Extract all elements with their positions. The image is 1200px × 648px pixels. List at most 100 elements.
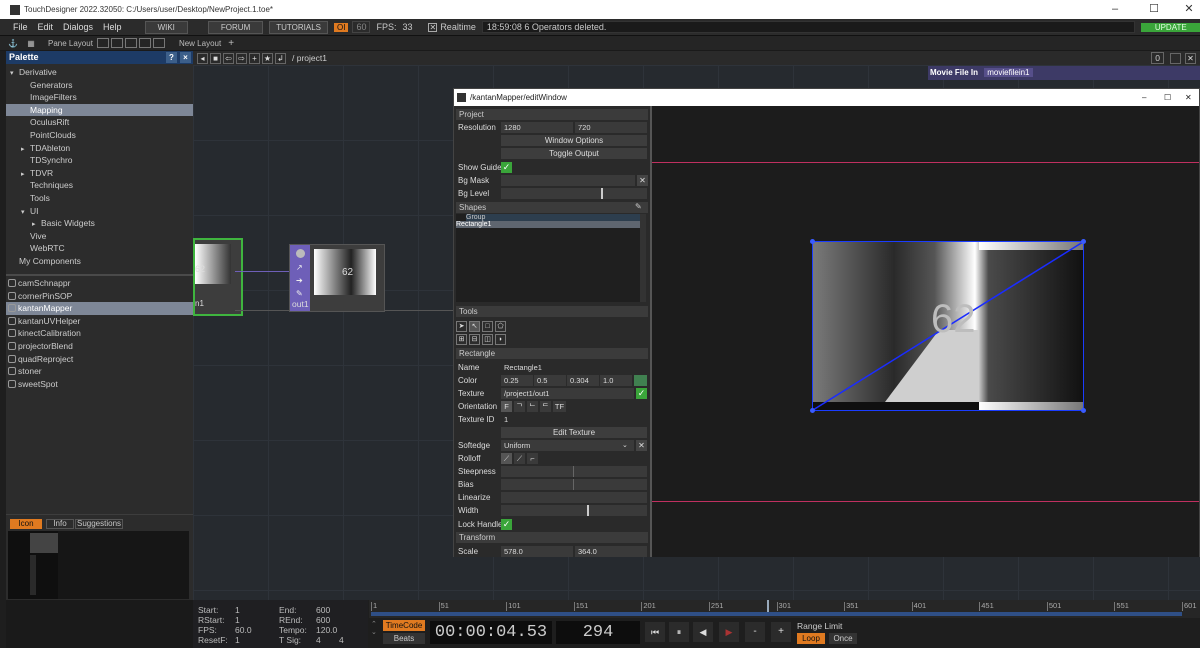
color-g-field[interactable]: 0.5 bbox=[534, 375, 566, 386]
right-arrow-icon[interactable]: ⇨ bbox=[236, 52, 247, 64]
bg-level-slider[interactable] bbox=[501, 188, 647, 199]
edit-minimize-button[interactable]: – bbox=[1142, 89, 1146, 106]
menu-edit[interactable]: Edit bbox=[33, 22, 59, 32]
rstart-value[interactable]: 1 bbox=[235, 615, 240, 625]
palette-item-vive[interactable]: Vive bbox=[6, 230, 193, 243]
tutorials-button[interactable]: TUTORIALS bbox=[269, 20, 328, 34]
palette-item-techniques[interactable]: Techniques bbox=[6, 179, 193, 192]
back-icon[interactable]: ◂ bbox=[197, 52, 208, 64]
loop-button[interactable]: Loop bbox=[797, 633, 825, 644]
vertex-tool-icon[interactable]: ↖ bbox=[469, 321, 480, 332]
rolloff-curve-icon[interactable]: ⌐ bbox=[527, 453, 538, 464]
component-item-cornerpinsop[interactable]: cornerPinSOP bbox=[6, 290, 193, 303]
layout-4-icon[interactable] bbox=[138, 38, 151, 48]
once-button[interactable]: Once bbox=[829, 633, 857, 644]
bias-handle[interactable] bbox=[572, 479, 574, 490]
component-item-kinectcalibration[interactable]: kinectCalibration bbox=[6, 327, 193, 340]
edit-maximize-button[interactable]: ☐ bbox=[1164, 89, 1171, 106]
bg-mask-clear-icon[interactable]: ✕ bbox=[637, 175, 648, 186]
return-icon[interactable]: ↲ bbox=[275, 52, 286, 64]
fps-value-tl[interactable]: 60.0 bbox=[235, 625, 252, 635]
palette-help-button[interactable]: ? bbox=[166, 52, 177, 63]
timeline-ruler[interactable]: 1 51 101 151 201 251 301 351 401 451 501 551 601 bbox=[369, 600, 1200, 618]
orientation-option-2[interactable]: ᄀ bbox=[514, 401, 525, 412]
node-partial[interactable]: 62 n1 bbox=[193, 238, 243, 316]
component-item-kantanmapper[interactable]: kantanMapper bbox=[6, 302, 193, 315]
lock-handles-checkbox[interactable]: ✓ bbox=[501, 519, 512, 530]
tab-suggestions[interactable]: Suggestions bbox=[75, 519, 123, 529]
texture-field[interactable]: /project1/out1 bbox=[501, 388, 634, 399]
select-tool-icon[interactable]: ➤ bbox=[456, 321, 467, 332]
color-r-field[interactable]: 0.25 bbox=[501, 375, 533, 386]
oi-button[interactable]: OI bbox=[333, 22, 349, 32]
network-icon[interactable]: ⚓ bbox=[8, 39, 18, 48]
node-out1[interactable]: ↗ ➔ ✎ 62 out1 bbox=[289, 244, 385, 312]
palette-item-ui[interactable]: ▾ UI bbox=[6, 205, 193, 218]
component-item-stoner[interactable]: stoner bbox=[6, 365, 193, 378]
step-back-button[interactable]: ◀ bbox=[693, 622, 713, 642]
left-arrow-icon[interactable]: ⇦ bbox=[223, 52, 234, 64]
menu-help[interactable]: Help bbox=[98, 22, 127, 32]
color-swatch[interactable] bbox=[634, 375, 647, 386]
layout-5-icon[interactable] bbox=[152, 38, 165, 48]
update-button[interactable]: UPDATE bbox=[1141, 22, 1200, 32]
node-icon-3[interactable]: ➔ bbox=[296, 276, 305, 285]
orientation-option-4[interactable]: ᄃ bbox=[540, 401, 551, 412]
add-icon[interactable]: + bbox=[249, 52, 260, 64]
layout-3-icon[interactable] bbox=[124, 38, 137, 48]
timecode-toggle[interactable]: TimeCode bbox=[383, 620, 425, 631]
maximize-button[interactable]: ☐ bbox=[1137, 0, 1171, 19]
play-button[interactable]: ▶ bbox=[719, 622, 739, 642]
handle-top-right[interactable] bbox=[1081, 239, 1086, 244]
scale-x-field[interactable]: 578.0 bbox=[501, 546, 573, 557]
forum-button[interactable]: FORUM bbox=[207, 20, 264, 34]
node-icon-2[interactable]: ↗ bbox=[296, 263, 305, 272]
palette-item-oculusrift[interactable]: OculusRift bbox=[6, 116, 193, 129]
steepness-slider[interactable] bbox=[501, 466, 647, 477]
bg-level-handle[interactable] bbox=[601, 188, 604, 199]
palette-item-pointclouds[interactable]: PointClouds bbox=[6, 129, 193, 142]
shape-item-rectangle[interactable]: Rectangle1 bbox=[456, 221, 640, 228]
layout-2-icon[interactable] bbox=[110, 38, 123, 48]
bg-mask-field[interactable] bbox=[501, 175, 635, 186]
layout-1-icon[interactable] bbox=[96, 38, 109, 48]
component-item-projectorblend[interactable]: projectorBlend bbox=[6, 340, 193, 353]
stop-icon[interactable]: ■ bbox=[210, 52, 221, 64]
bias-slider[interactable] bbox=[501, 479, 647, 490]
hsplit-tool-icon[interactable]: ⊟ bbox=[469, 334, 480, 345]
tempo-value[interactable]: 120.0 bbox=[316, 625, 337, 635]
component-item-sweetspot[interactable]: sweetSpot bbox=[6, 378, 193, 391]
edit-texture-button[interactable]: Edit Texture bbox=[501, 427, 647, 438]
range-bar[interactable] bbox=[371, 612, 1182, 616]
steepness-handle[interactable] bbox=[572, 466, 574, 477]
vsplit-tool-icon[interactable]: ◫ bbox=[482, 334, 493, 345]
texture-id-field[interactable]: 1 bbox=[501, 414, 647, 425]
rolloff-linear-icon[interactable]: ⟋ bbox=[501, 453, 512, 464]
tab-icon[interactable]: Icon bbox=[10, 519, 42, 529]
pane-close-icon[interactable]: ✕ bbox=[1185, 52, 1196, 64]
softedge-clear-icon[interactable]: ✕ bbox=[636, 440, 647, 451]
split-icon[interactable] bbox=[1170, 52, 1181, 64]
palette-item-webrtc[interactable]: WebRTC bbox=[6, 242, 193, 255]
tsig-value-b[interactable]: 4 bbox=[339, 635, 344, 645]
handle-bottom-right[interactable] bbox=[1081, 408, 1086, 413]
window-options-button[interactable]: Window Options bbox=[501, 135, 647, 146]
tab-info[interactable]: Info bbox=[46, 519, 74, 529]
linearize-slider[interactable] bbox=[501, 492, 647, 503]
node-icon-1[interactable] bbox=[296, 249, 305, 258]
shape-item-group[interactable]: Group bbox=[466, 214, 640, 221]
name-field[interactable]: Rectangle1 bbox=[501, 362, 647, 373]
poly-tool-icon[interactable]: ⬠ bbox=[495, 321, 506, 332]
output-viewer[interactable]: 62 bbox=[652, 106, 1199, 557]
add-layout-button[interactable]: + bbox=[228, 38, 234, 49]
palette-close-button[interactable]: × bbox=[180, 52, 191, 63]
orientation-option-5[interactable]: TF bbox=[553, 401, 566, 412]
rect-tool-icon[interactable]: □ bbox=[482, 321, 493, 332]
frame-display[interactable]: 294 bbox=[556, 621, 640, 644]
timecode-display[interactable]: 00:00:04.53 bbox=[430, 621, 552, 644]
toggle-output-button[interactable]: Toggle Output bbox=[501, 148, 647, 159]
shapes-edit-icon[interactable]: ✎ bbox=[635, 202, 646, 213]
softedge-dropdown[interactable]: Uniform bbox=[501, 440, 634, 451]
menu-file[interactable]: File bbox=[8, 22, 33, 32]
movie-file-in-node[interactable]: Movie File In moviefilein1 bbox=[928, 66, 1200, 80]
